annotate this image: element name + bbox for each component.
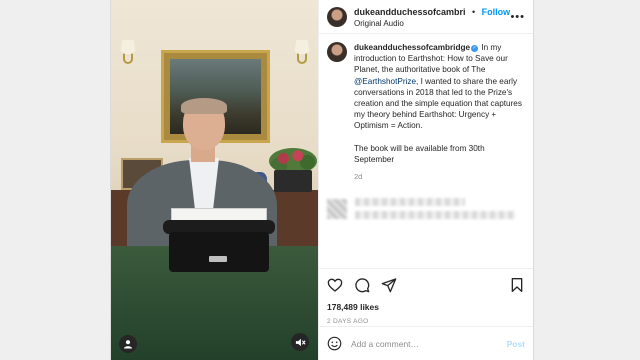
caption-timestamp[interactable]: 2d: [354, 171, 525, 182]
video-scene-typewriter: [161, 208, 277, 272]
comment-input[interactable]: [351, 338, 481, 349]
post-header: dukeandduchessofcambri • Follow Original…: [319, 0, 533, 34]
post-comment-button[interactable]: Post: [507, 339, 525, 349]
video-scene-hair: [181, 98, 227, 114]
post-video[interactable]: [111, 0, 318, 360]
comment-icon[interactable]: [354, 277, 370, 293]
post-side-panel: dukeandduchessofcambri • Follow Original…: [318, 0, 533, 360]
heart-icon[interactable]: [327, 277, 343, 293]
header-username[interactable]: dukeandduchessofcambri: [354, 7, 466, 17]
share-icon[interactable]: [381, 277, 397, 293]
blurred-comment: [327, 198, 525, 220]
instagram-post-card: dukeandduchessofcambri • Follow Original…: [110, 0, 534, 360]
action-icons: [327, 277, 525, 293]
caption-body: dukeandduchessofcambridge ✓ In my introdu…: [354, 42, 525, 182]
caption-mention-link[interactable]: @EarthshotPrize: [354, 77, 416, 86]
caption-paragraph-break: [354, 132, 525, 143]
follow-button[interactable]: Follow: [482, 7, 511, 17]
verified-badge-icon: ✓: [471, 45, 479, 52]
caption: dukeandduchessofcambridge ✓ In my introdu…: [327, 42, 525, 182]
caption-second-paragraph: The book will be available from 30th Sep…: [354, 143, 485, 164]
more-options-icon[interactable]: •••: [510, 11, 525, 23]
post-actions: 178,489 likes 2 DAYS AGO: [319, 268, 533, 326]
post-date[interactable]: 2 DAYS AGO: [327, 318, 525, 325]
caption-username[interactable]: dukeandduchessofcambridge: [354, 43, 470, 52]
video-scene-sconce: [120, 40, 136, 54]
blurred-line: [355, 211, 515, 220]
bookmark-icon[interactable]: [509, 277, 525, 293]
header-text: dukeandduchessofcambri • Follow Original…: [354, 5, 510, 29]
avatar[interactable]: [327, 6, 347, 27]
blurred-line: [355, 198, 465, 207]
comments-area: dukeandduchessofcambridge ✓ In my introdu…: [319, 34, 533, 268]
emoji-icon[interactable]: [327, 336, 342, 351]
page-background: dukeandduchessofcambri • Follow Original…: [0, 0, 640, 360]
video-scene-flowerpot: [274, 170, 312, 192]
like-count[interactable]: 178,489 likes: [327, 302, 525, 312]
caption-avatar[interactable]: [327, 42, 347, 62]
blurred-avatar: [327, 198, 347, 219]
muted-speaker-icon[interactable]: [291, 333, 309, 351]
user-tag-icon[interactable]: [119, 335, 137, 353]
header-separator: •: [471, 6, 476, 17]
audio-label[interactable]: Original Audio: [354, 18, 510, 29]
add-comment-bar: Post: [319, 326, 533, 360]
video-scene-sconce: [294, 40, 310, 54]
